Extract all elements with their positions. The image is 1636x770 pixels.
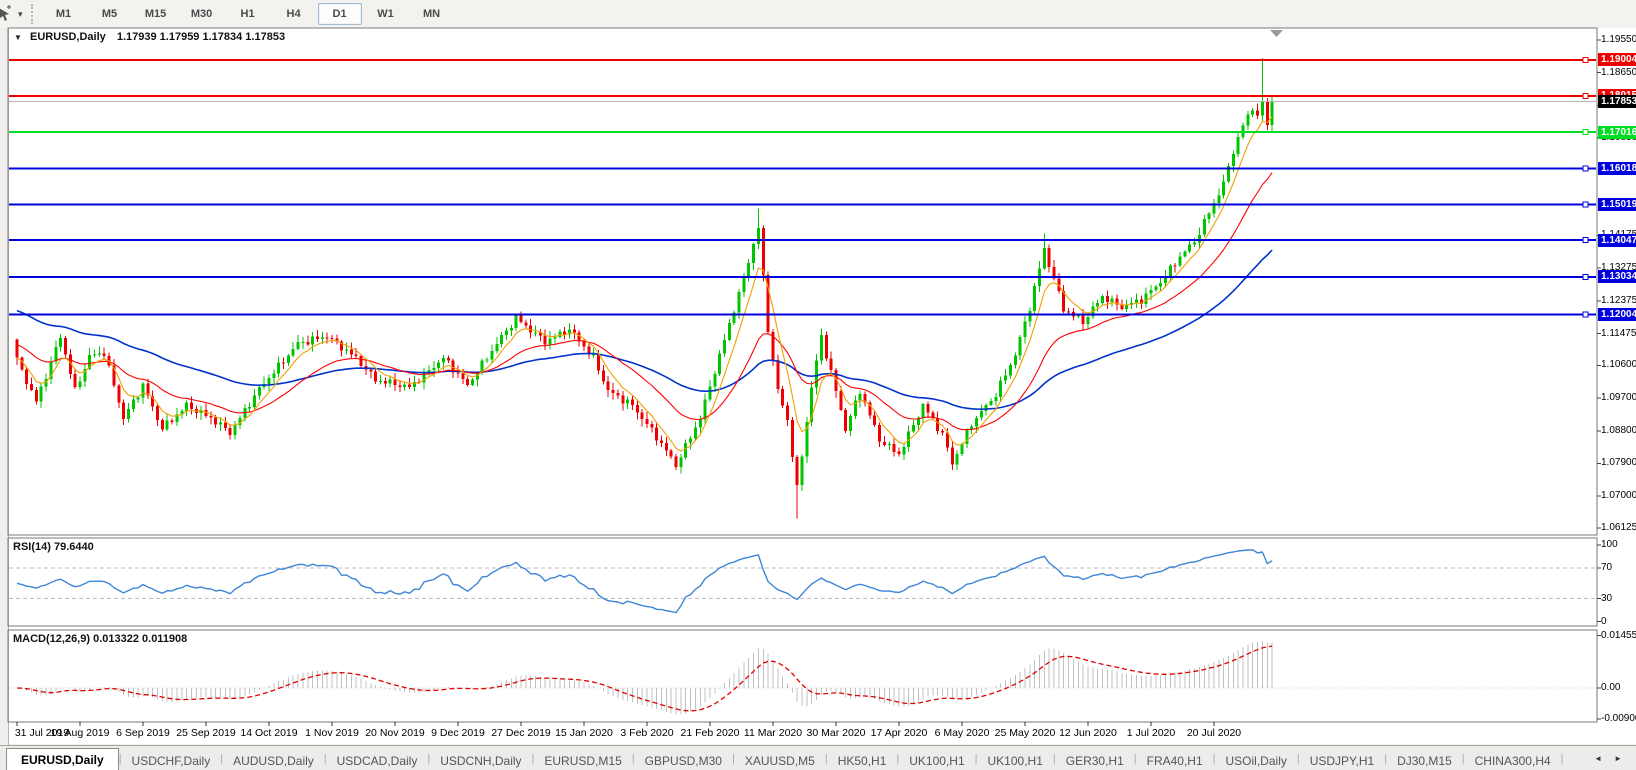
price-tick-label: 1.19550 — [1601, 34, 1636, 45]
macd-scale-label: -0.00900 — [1601, 713, 1636, 724]
macd-scale-label: 0.00 — [1601, 682, 1620, 693]
level-price-label[interactable]: 1.16018 — [1598, 162, 1636, 175]
price-tick-label: 1.06125 — [1601, 522, 1636, 533]
price-tick-label: 1.08800 — [1601, 425, 1636, 436]
tabs-scroll-right-icon[interactable]: ► — [1614, 754, 1622, 763]
chart-tab-xauusd-m5[interactable]: XAUUSD,M5 — [735, 751, 825, 770]
chart-tab-eurusd-daily[interactable]: EURUSD,Daily — [6, 748, 119, 770]
price-tick-label: 1.09700 — [1601, 392, 1636, 403]
price-tick-label: 1.07000 — [1601, 490, 1636, 501]
macd-scale-label: 0.014556 — [1601, 630, 1636, 641]
chart-tab-fra40-h1[interactable]: FRA40,H1 — [1137, 751, 1213, 770]
chart-tab-uk100-h1[interactable]: UK100,H1 — [978, 751, 1053, 770]
price-tick-label: 1.18650 — [1601, 67, 1636, 78]
chart-tab-usdchf-daily[interactable]: USDCHF,Daily — [122, 751, 221, 770]
price-chart-canvas[interactable] — [0, 0, 1636, 770]
chart-ohlc-quotes: 1.17939 1.17959 1.17834 1.17853 — [117, 31, 285, 43]
price-tick-label: 1.07900 — [1601, 457, 1636, 468]
level-price-label[interactable]: 1.13034 — [1598, 270, 1636, 283]
macd-panel-title: MACD(12,26,9) 0.013322 0.011908 — [13, 633, 187, 645]
chart-collapse-arrow-icon[interactable]: ▼ — [14, 33, 22, 42]
chart-tab-audusd-daily[interactable]: AUDUSD,Daily — [223, 751, 324, 770]
level-price-label[interactable]: 1.17016 — [1598, 126, 1636, 139]
chart-tab-uk100-h1[interactable]: UK100,H1 — [899, 751, 974, 770]
chart-tab-dj30-m15[interactable]: DJ30,M15 — [1387, 751, 1462, 770]
tabs-scroll-left-icon[interactable]: ◄ — [1594, 754, 1602, 763]
chart-tab-usdjpy-h1[interactable]: USDJPY,H1 — [1300, 751, 1384, 770]
chart-tab-china300-h4[interactable]: CHINA300,H4 — [1465, 751, 1561, 770]
level-price-label[interactable]: 1.19004 — [1598, 53, 1636, 66]
chart-tab-usdcad-daily[interactable]: USDCAD,Daily — [327, 751, 428, 770]
rsi-scale-label: 0 — [1601, 616, 1607, 627]
rsi-scale-label: 100 — [1601, 539, 1618, 550]
price-tick-label: 1.12375 — [1601, 295, 1636, 306]
chart-tab-ger30-h1[interactable]: GER30,H1 — [1056, 751, 1134, 770]
chart-tab-bar: EURUSD,Daily|USDCHF,Daily|AUDUSD,Daily|U… — [0, 745, 1636, 770]
rsi-scale-label: 30 — [1601, 593, 1612, 604]
rsi-panel-title: RSI(14) 79.6440 — [13, 541, 94, 553]
chart-symbol-label: EURUSD,Daily — [30, 31, 106, 43]
price-tick-label: 1.10600 — [1601, 359, 1636, 370]
chart-shift-marker-icon — [1270, 30, 1283, 37]
chart-tab-gbpusd-m30[interactable]: GBPUSD,M30 — [635, 751, 732, 770]
level-price-label[interactable]: 1.15019 — [1598, 198, 1636, 211]
chart-tab-eurusd-m15[interactable]: EURUSD,M15 — [534, 751, 631, 770]
current-price-label: 1.17853 — [1598, 95, 1636, 108]
chart-tab-hk50-h1[interactable]: HK50,H1 — [828, 751, 897, 770]
price-tick-label: 1.11475 — [1601, 328, 1636, 339]
chart-tab-usdcnh-daily[interactable]: USDCNH,Daily — [430, 751, 531, 770]
mt4-window: ▾ M1M5M15M30H1H4D1W1MN ▼ EURUSD,Daily 1.… — [0, 0, 1636, 770]
chart-tab-usoil-daily[interactable]: USOil,Daily — [1216, 751, 1297, 770]
rsi-scale-label: 70 — [1601, 562, 1612, 573]
date-tick-label: 20 Jul 2020 — [1174, 727, 1254, 739]
level-price-label[interactable]: 1.12004 — [1598, 308, 1636, 321]
level-price-label[interactable]: 1.14047 — [1598, 234, 1636, 247]
chart-title: ▼ EURUSD,Daily 1.17939 1.17959 1.17834 1… — [14, 31, 285, 43]
tab-separator: | — [1561, 753, 1564, 765]
